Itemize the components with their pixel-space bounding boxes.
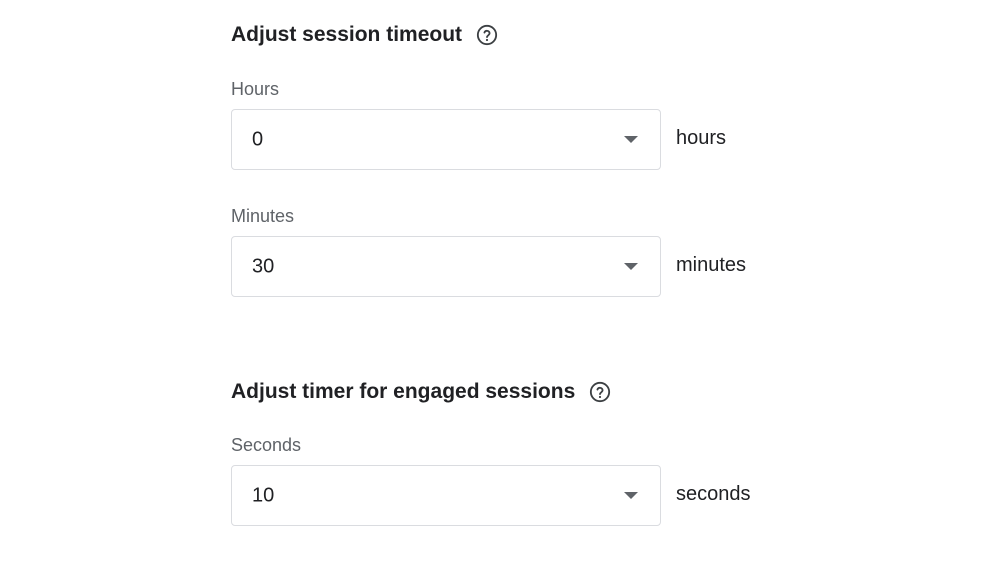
minutes-select-value: 30 bbox=[252, 255, 275, 277]
dropdown-arrow-icon bbox=[624, 262, 638, 270]
engaged-sessions-title: Adjust timer for engaged sessions bbox=[231, 380, 576, 403]
hours-select-value: 0 bbox=[252, 128, 264, 150]
help-circle-icon[interactable] bbox=[589, 381, 611, 403]
seconds-unit: seconds bbox=[676, 483, 751, 505]
hours-select[interactable]: 0 bbox=[231, 109, 661, 170]
dropdown-arrow-icon bbox=[624, 491, 638, 499]
seconds-select-value: 10 bbox=[252, 484, 275, 506]
session-settings-panel: Adjust session timeout Hours 0 hours Min… bbox=[0, 0, 1000, 563]
engaged-sessions-heading: Adjust timer for engaged sessions bbox=[231, 380, 611, 404]
minutes-select[interactable]: 30 bbox=[231, 236, 661, 297]
help-circle-icon[interactable] bbox=[476, 24, 498, 46]
minutes-unit: minutes bbox=[676, 254, 747, 276]
minutes-label: Minutes bbox=[231, 206, 295, 226]
hours-unit: hours bbox=[676, 127, 727, 149]
session-timeout-heading: Adjust session timeout bbox=[231, 23, 498, 47]
hours-label: Hours bbox=[231, 79, 280, 99]
dropdown-arrow-icon bbox=[624, 135, 638, 143]
session-timeout-title: Adjust session timeout bbox=[231, 23, 463, 46]
seconds-label: Seconds bbox=[231, 435, 302, 455]
seconds-select[interactable]: 10 bbox=[231, 465, 661, 526]
